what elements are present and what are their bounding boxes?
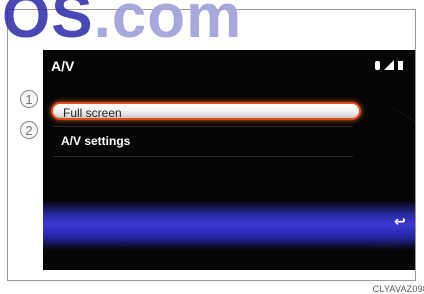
menu-divider (53, 156, 353, 157)
figure-caption: CLYAVAZ098 (372, 284, 424, 294)
battery-icon (398, 61, 403, 70)
back-button[interactable]: ↩ (393, 210, 407, 232)
background-band (43, 200, 415, 250)
callout-2: 2 (20, 121, 38, 139)
illustration-frame: OS.com A/V Full screen A/V settings ↩ 1 … (2, 0, 424, 294)
watermark-domain: .com (93, 0, 243, 51)
callout-1: 1 (20, 90, 38, 108)
bluetooth-icon (375, 61, 380, 70)
av-screen: A/V Full screen A/V settings ↩ (43, 50, 415, 270)
menu-item-full-screen[interactable]: Full screen (51, 102, 361, 120)
menu-item-av-settings[interactable]: A/V settings (51, 132, 361, 150)
screen-title: A/V (51, 58, 75, 74)
watermark-os: OS (2, 0, 94, 51)
back-arrow-icon: ↩ (394, 213, 406, 229)
status-icons (375, 60, 403, 70)
menu-divider (53, 126, 353, 127)
signal-strength-icon (384, 60, 394, 70)
watermark: OS.com (2, 0, 242, 48)
